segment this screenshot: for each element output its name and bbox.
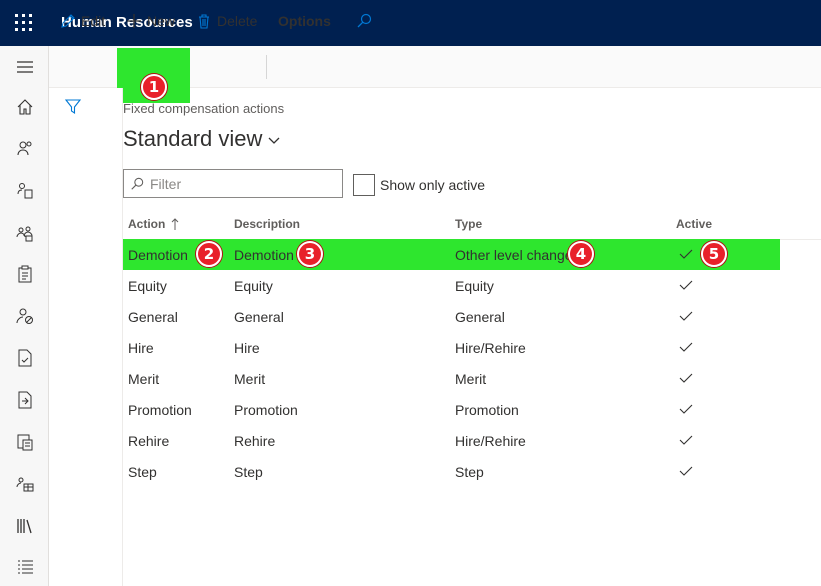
checkmark-icon — [679, 342, 693, 352]
cell-action: Equity — [128, 278, 167, 294]
plus-icon — [127, 14, 141, 28]
breadcrumb: Fixed compensation actions — [123, 101, 285, 116]
cell-action: Step — [128, 464, 157, 480]
checkmark-icon — [679, 311, 693, 321]
column-header-action[interactable]: Action — [128, 217, 179, 231]
doc-check-icon[interactable] — [15, 348, 35, 368]
cell-description: Step — [234, 464, 263, 480]
view-selector[interactable]: Standard view — [123, 126, 280, 152]
filter-field — [123, 169, 343, 198]
column-header-active[interactable]: Active — [676, 217, 712, 231]
show-only-active-label: Show only active — [380, 177, 486, 193]
checkmark-icon — [679, 280, 693, 290]
show-only-active[interactable]: Show only active — [353, 174, 485, 196]
search-button[interactable] — [356, 0, 377, 42]
home-icon[interactable] — [15, 97, 35, 117]
cell-description: Hire — [234, 340, 260, 356]
library-icon[interactable] — [15, 516, 35, 536]
column-header-description[interactable]: Description — [234, 217, 300, 231]
person-doc-icon[interactable] — [15, 180, 35, 200]
checkmark-icon — [679, 404, 693, 414]
table-row[interactable]: Promotion Promotion Promotion — [123, 394, 821, 425]
callout-marker-2: 2 — [196, 241, 222, 267]
show-only-active-checkbox[interactable] — [353, 174, 375, 196]
cell-type: Merit — [455, 371, 487, 387]
callout-marker-1: 1 — [141, 74, 167, 100]
checkmark-icon — [679, 249, 693, 259]
callout-marker-5: 5 — [701, 241, 727, 267]
team-icon[interactable] — [15, 223, 35, 243]
edit-label: Edit — [81, 13, 106, 29]
page-title: Standard view — [123, 126, 263, 151]
cell-action: General — [128, 309, 178, 325]
edit-button[interactable]: Edit — [60, 0, 105, 42]
cell-description: General — [234, 309, 284, 325]
people-table-icon[interactable] — [15, 474, 35, 494]
checkmark-icon — [679, 466, 693, 476]
cell-description: Promotion — [234, 402, 298, 418]
left-navigation — [0, 46, 49, 586]
callout-marker-3: 3 — [297, 241, 323, 267]
column-header-type[interactable]: Type — [455, 217, 482, 231]
person-block-icon[interactable] — [15, 306, 35, 326]
doc-money-icon[interactable] — [15, 432, 35, 452]
hamburger-icon[interactable] — [15, 57, 35, 77]
cell-type: Promotion — [455, 402, 519, 418]
funnel-icon[interactable] — [64, 98, 82, 121]
new-button[interactable]: New — [126, 0, 175, 42]
cell-type: Other level change — [455, 247, 573, 263]
options-button[interactable]: Options — [278, 0, 331, 42]
chevron-down-icon — [268, 137, 280, 144]
cell-action: Merit — [128, 371, 160, 387]
cell-type: Hire/Rehire — [455, 340, 526, 356]
cell-type: Hire/Rehire — [455, 433, 526, 449]
delete-label: Delete — [217, 13, 258, 29]
doc-arrow-icon[interactable] — [15, 390, 35, 410]
search-icon — [357, 13, 372, 28]
cell-description: Equity — [234, 278, 273, 294]
table-row[interactable]: Step Step Step — [123, 456, 821, 487]
top-bar: Human Resources — [0, 0, 821, 46]
cell-description: Demotion — [234, 247, 294, 263]
filter-input[interactable] — [150, 175, 330, 192]
delete-button[interactable]: Delete — [196, 0, 257, 42]
table-row[interactable]: Equity Equity Equity — [123, 270, 821, 301]
cell-description: Merit — [234, 371, 266, 387]
list-icon[interactable] — [15, 557, 35, 577]
cell-description: Rehire — [234, 433, 276, 449]
cell-action: Promotion — [128, 402, 192, 418]
cell-action: Demotion — [128, 247, 188, 263]
cell-type: Equity — [455, 278, 494, 294]
table-row[interactable]: Merit Merit Merit — [123, 363, 821, 394]
app-launcher-icon[interactable] — [15, 14, 33, 32]
search-icon — [131, 177, 144, 190]
filter-pane — [49, 88, 123, 586]
cell-action: Rehire — [128, 433, 170, 449]
options-label: Options — [278, 13, 331, 29]
sort-ascending-icon — [171, 218, 179, 230]
grid-header: Action Description Type Active — [123, 208, 821, 240]
clipboard-icon[interactable] — [15, 264, 35, 284]
trash-icon — [199, 14, 209, 29]
cell-type: Step — [455, 464, 484, 480]
action-separator — [266, 55, 267, 79]
new-label: New — [147, 13, 176, 29]
table-row[interactable]: Rehire Rehire Hire/Rehire — [123, 425, 821, 456]
checkmark-icon — [679, 435, 693, 445]
table-row[interactable]: General General General — [123, 301, 821, 332]
pencil-icon — [61, 14, 75, 28]
cell-type: General — [455, 309, 505, 325]
checkmark-icon — [679, 373, 693, 383]
table-row[interactable]: Hire Hire Hire/Rehire — [123, 332, 821, 363]
people-icon[interactable] — [15, 138, 35, 158]
cell-action: Hire — [128, 340, 154, 356]
callout-marker-4: 4 — [568, 241, 594, 267]
